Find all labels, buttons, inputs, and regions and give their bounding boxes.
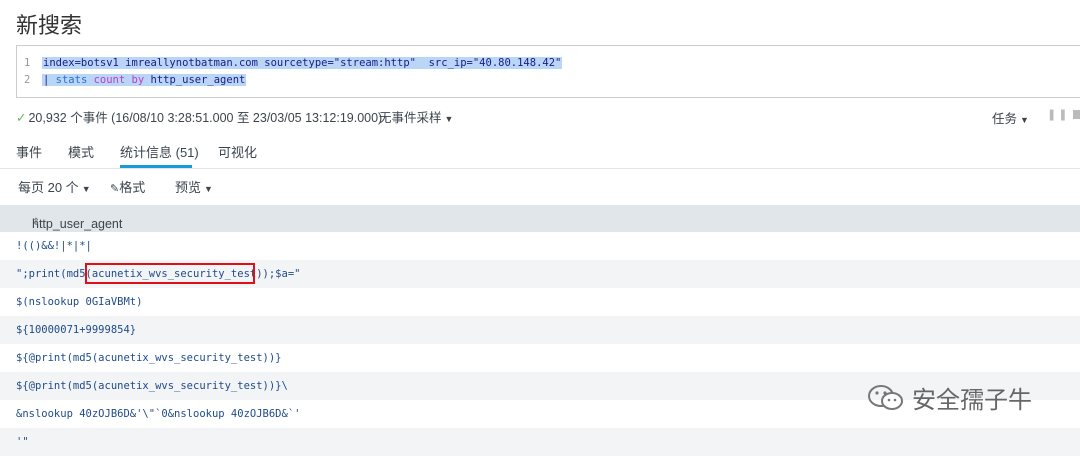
pipe-symbol: |: [43, 74, 56, 86]
table-cell: '": [16, 436, 29, 448]
line-number: 1: [24, 57, 31, 69]
sampling-dropdown[interactable]: 无事件采样 ▼: [379, 107, 453, 126]
active-tab-indicator: [120, 165, 192, 168]
page-title: 新搜索: [16, 14, 83, 39]
table-cell: ${@print(md5(acunetix_wvs_security_test)…: [16, 380, 288, 392]
format-button[interactable]: ✎格式: [110, 177, 145, 196]
event-summary: 20,932 个事件 (16/08/10 3:28:51.000 至 23/03…: [28, 111, 383, 125]
result-tabs: 事件 模式 统计信息 (51) 可视化: [0, 135, 1080, 169]
table-row: '": [0, 428, 1080, 456]
check-icon: ✓: [16, 111, 27, 125]
search-query-line-1[interactable]: index=botsv1 imreallynotbatman.com sourc…: [42, 57, 563, 69]
format-label: 格式: [119, 180, 146, 195]
caret-down-icon: ▼: [81, 184, 91, 194]
caret-down-icon: ▼: [444, 114, 454, 124]
tab-events[interactable]: 事件: [16, 142, 42, 161]
preview-dropdown[interactable]: 预览 ▼: [175, 177, 213, 196]
line-number: 2: [24, 74, 31, 86]
watermark-text: 安全孺子牛: [912, 386, 1032, 414]
table-cell: $(nslookup 0GIaVBMt): [16, 296, 143, 308]
per-page-label: 每页 20 个: [18, 180, 79, 195]
table-cell: ${10000071+9999854}: [16, 324, 137, 336]
stop-icon[interactable]: [1073, 110, 1080, 119]
watermark: 安全孺子牛: [866, 380, 1032, 419]
column-header-label: http_user_agent: [32, 217, 123, 231]
highlight-annotation-box: [85, 263, 255, 284]
tab-visualization[interactable]: 可视化: [218, 142, 257, 161]
tab-patterns[interactable]: 模式: [68, 142, 94, 161]
wechat-icon: [866, 383, 906, 419]
by-keyword: by: [131, 74, 145, 86]
table-header[interactable]: http_user_agent ⇕: [0, 205, 1080, 232]
function-keyword: count: [93, 74, 126, 86]
command-keyword: stats: [55, 74, 88, 86]
search-status: ✓ 20,932 个事件 (16/08/10 3:28:51.000 至 23/0…: [16, 107, 382, 126]
table-cell: ${@print(md5(acunetix_wvs_security_test)…: [16, 352, 282, 364]
pause-icon[interactable]: ❚❚: [1047, 108, 1069, 121]
sampling-label: 无事件采样: [379, 111, 442, 125]
field-name: http_user_agent: [144, 74, 246, 86]
table-row: $(nslookup 0GIaVBMt): [0, 288, 1080, 316]
pencil-icon: ✎: [110, 183, 120, 195]
table-cell: !(()&&!|*|*|: [16, 240, 92, 252]
table-cell: &nslookup 40zOJB6D&'\"`0&nslookup 40zOJB…: [16, 408, 301, 420]
tab-statistics[interactable]: 统计信息 (51): [120, 142, 199, 161]
tasks-dropdown[interactable]: 任务 ▼: [992, 108, 1029, 127]
per-page-dropdown[interactable]: 每页 20 个 ▼: [18, 177, 91, 196]
search-query-line-2[interactable]: | stats count by http_user_agent: [42, 74, 247, 86]
sort-icon[interactable]: ⇕: [32, 217, 40, 228]
caret-down-icon: ▼: [204, 184, 213, 194]
caret-down-icon: ▼: [1020, 115, 1029, 125]
table-row: ${10000071+9999854}: [0, 316, 1080, 344]
table-row: !(()&&!|*|*|: [0, 232, 1080, 260]
tasks-label: 任务: [992, 112, 1018, 126]
search-editor[interactable]: 1 index=botsv1 imreallynotbatman.com sou…: [16, 45, 1080, 98]
table-row: ${@print(md5(acunetix_wvs_security_test)…: [0, 344, 1080, 372]
preview-label: 预览: [175, 180, 202, 195]
